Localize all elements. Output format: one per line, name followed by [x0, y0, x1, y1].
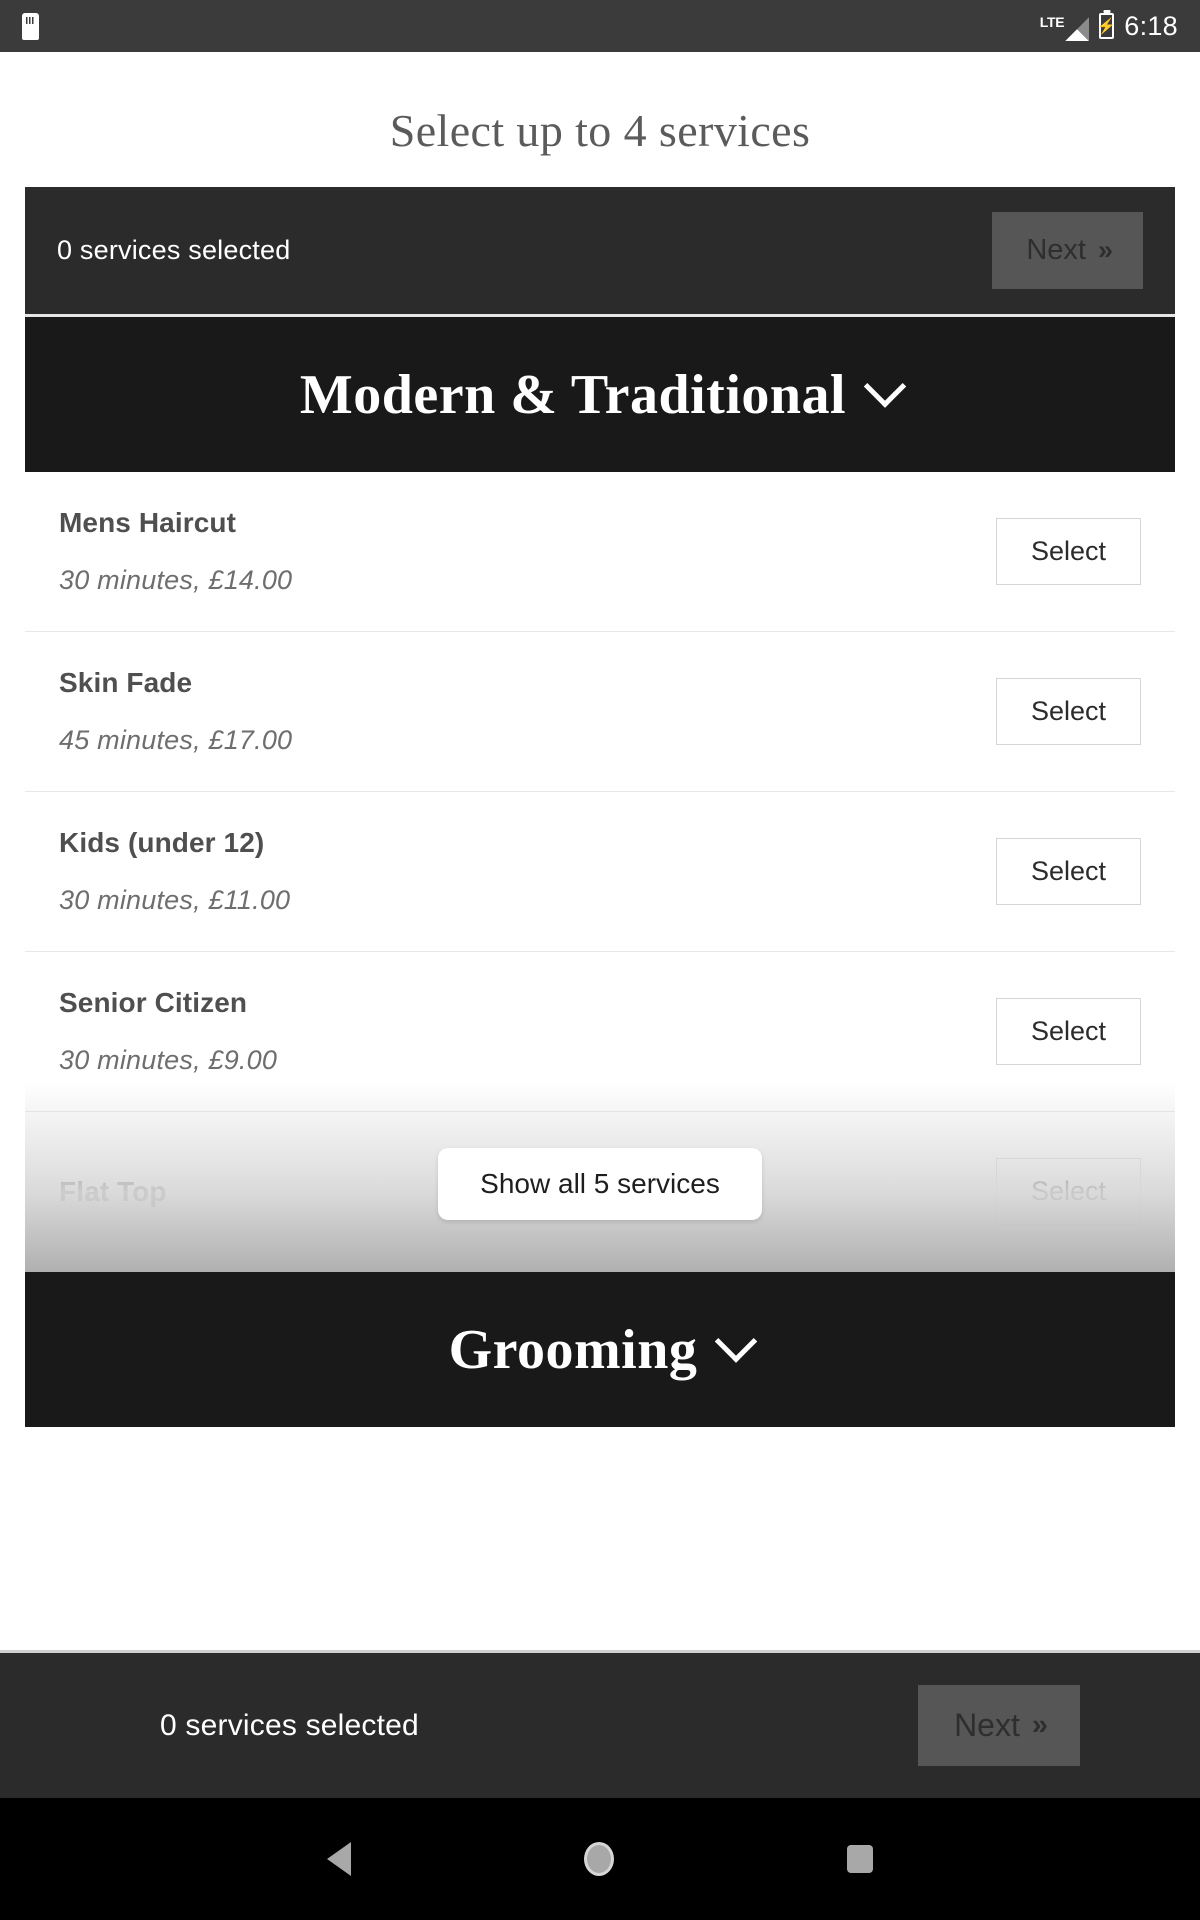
status-bar-clock: 6:18 — [1124, 10, 1178, 41]
battery-bolt-glyph: ⚡ — [1097, 17, 1117, 35]
home-circle-icon[interactable] — [583, 1842, 614, 1876]
service-meta: 45 minutes, £17.00 — [59, 725, 293, 755]
next-button-bottom[interactable]: Next » — [918, 1685, 1080, 1766]
category-title: Grooming — [448, 1318, 698, 1381]
android-nav-bar — [0, 1798, 1200, 1920]
network-type-label: LTE — [1039, 14, 1065, 30]
select-button[interactable]: Select — [995, 678, 1141, 745]
selected-count-label: 0 services selected — [57, 235, 291, 265]
chevron-down-icon — [715, 1319, 758, 1363]
category-header-grooming[interactable]: Grooming — [25, 1272, 1175, 1427]
recents-square-icon[interactable] — [847, 1845, 874, 1873]
service-row[interactable]: Mens Haircut 30 minutes, £14.00 Select — [25, 472, 1175, 632]
select-button[interactable]: Select — [995, 998, 1141, 1065]
back-triangle-icon[interactable] — [326, 1842, 351, 1876]
category-header-modern-traditional[interactable]: Modern & Traditional — [25, 317, 1175, 472]
selected-count-label-bottom: 0 services selected — [160, 1708, 419, 1742]
signal-triangle-icon — [1065, 17, 1090, 41]
double-chevron-right-icon: » — [1031, 1709, 1048, 1741]
category-title: Modern & Traditional — [299, 363, 847, 426]
status-bar: LTE ⚡ 6:18 — [0, 0, 1200, 52]
status-bar-left — [22, 12, 39, 40]
battery-charging-icon: ⚡ — [1097, 13, 1117, 39]
service-row[interactable]: Skin Fade 45 minutes, £17.00 Select — [25, 632, 1175, 792]
service-name: Skin Fade — [59, 667, 193, 698]
chevron-down-icon — [863, 364, 907, 408]
signal-bars-icon: LTE — [1040, 11, 1090, 41]
service-list-modern-traditional: Mens Haircut 30 minutes, £14.00 Select S… — [25, 472, 1175, 1272]
service-row[interactable]: Senior Citizen 30 minutes, £9.00 Select — [25, 952, 1175, 1112]
show-all-services-button[interactable]: Show all 5 services — [438, 1148, 762, 1220]
service-row[interactable]: Kids (under 12) 30 minutes, £11.00 Selec… — [25, 792, 1175, 952]
service-name: Kids (under 12) — [59, 827, 265, 858]
double-chevron-right-icon: » — [1097, 235, 1113, 265]
next-button-top[interactable]: Next » — [992, 212, 1143, 289]
select-button[interactable]: Select — [995, 838, 1141, 905]
service-name: Senior Citizen — [59, 987, 248, 1018]
next-button-bottom-label: Next — [954, 1707, 1020, 1743]
service-name: Mens Haircut — [59, 507, 237, 538]
page-title: Select up to 4 services — [389, 105, 811, 156]
service-info: Senior Citizen 30 minutes, £9.00 — [59, 987, 277, 1076]
bottom-summary-bar: 0 services selected Next » — [0, 1650, 1200, 1798]
status-bar-right: LTE ⚡ 6:18 — [1040, 11, 1178, 42]
sdcard-icon — [22, 12, 39, 40]
collapsed-services-region: Senior Citizen 30 minutes, £9.00 Select … — [25, 952, 1175, 1272]
service-meta: 30 minutes, £9.00 — [59, 1045, 278, 1075]
service-info: Kids (under 12) 30 minutes, £11.00 — [59, 827, 290, 916]
select-button[interactable]: Select — [995, 518, 1141, 585]
top-summary-bar: 0 services selected Next » — [25, 187, 1175, 317]
next-button-top-label: Next — [1026, 234, 1086, 266]
show-all-wrapper: Show all 5 services — [25, 1148, 1175, 1220]
service-meta: 30 minutes, £14.00 — [59, 565, 293, 595]
service-meta: 30 minutes, £11.00 — [59, 885, 291, 915]
service-info: Mens Haircut 30 minutes, £14.00 — [59, 507, 292, 596]
service-info: Skin Fade 45 minutes, £17.00 — [59, 667, 292, 756]
